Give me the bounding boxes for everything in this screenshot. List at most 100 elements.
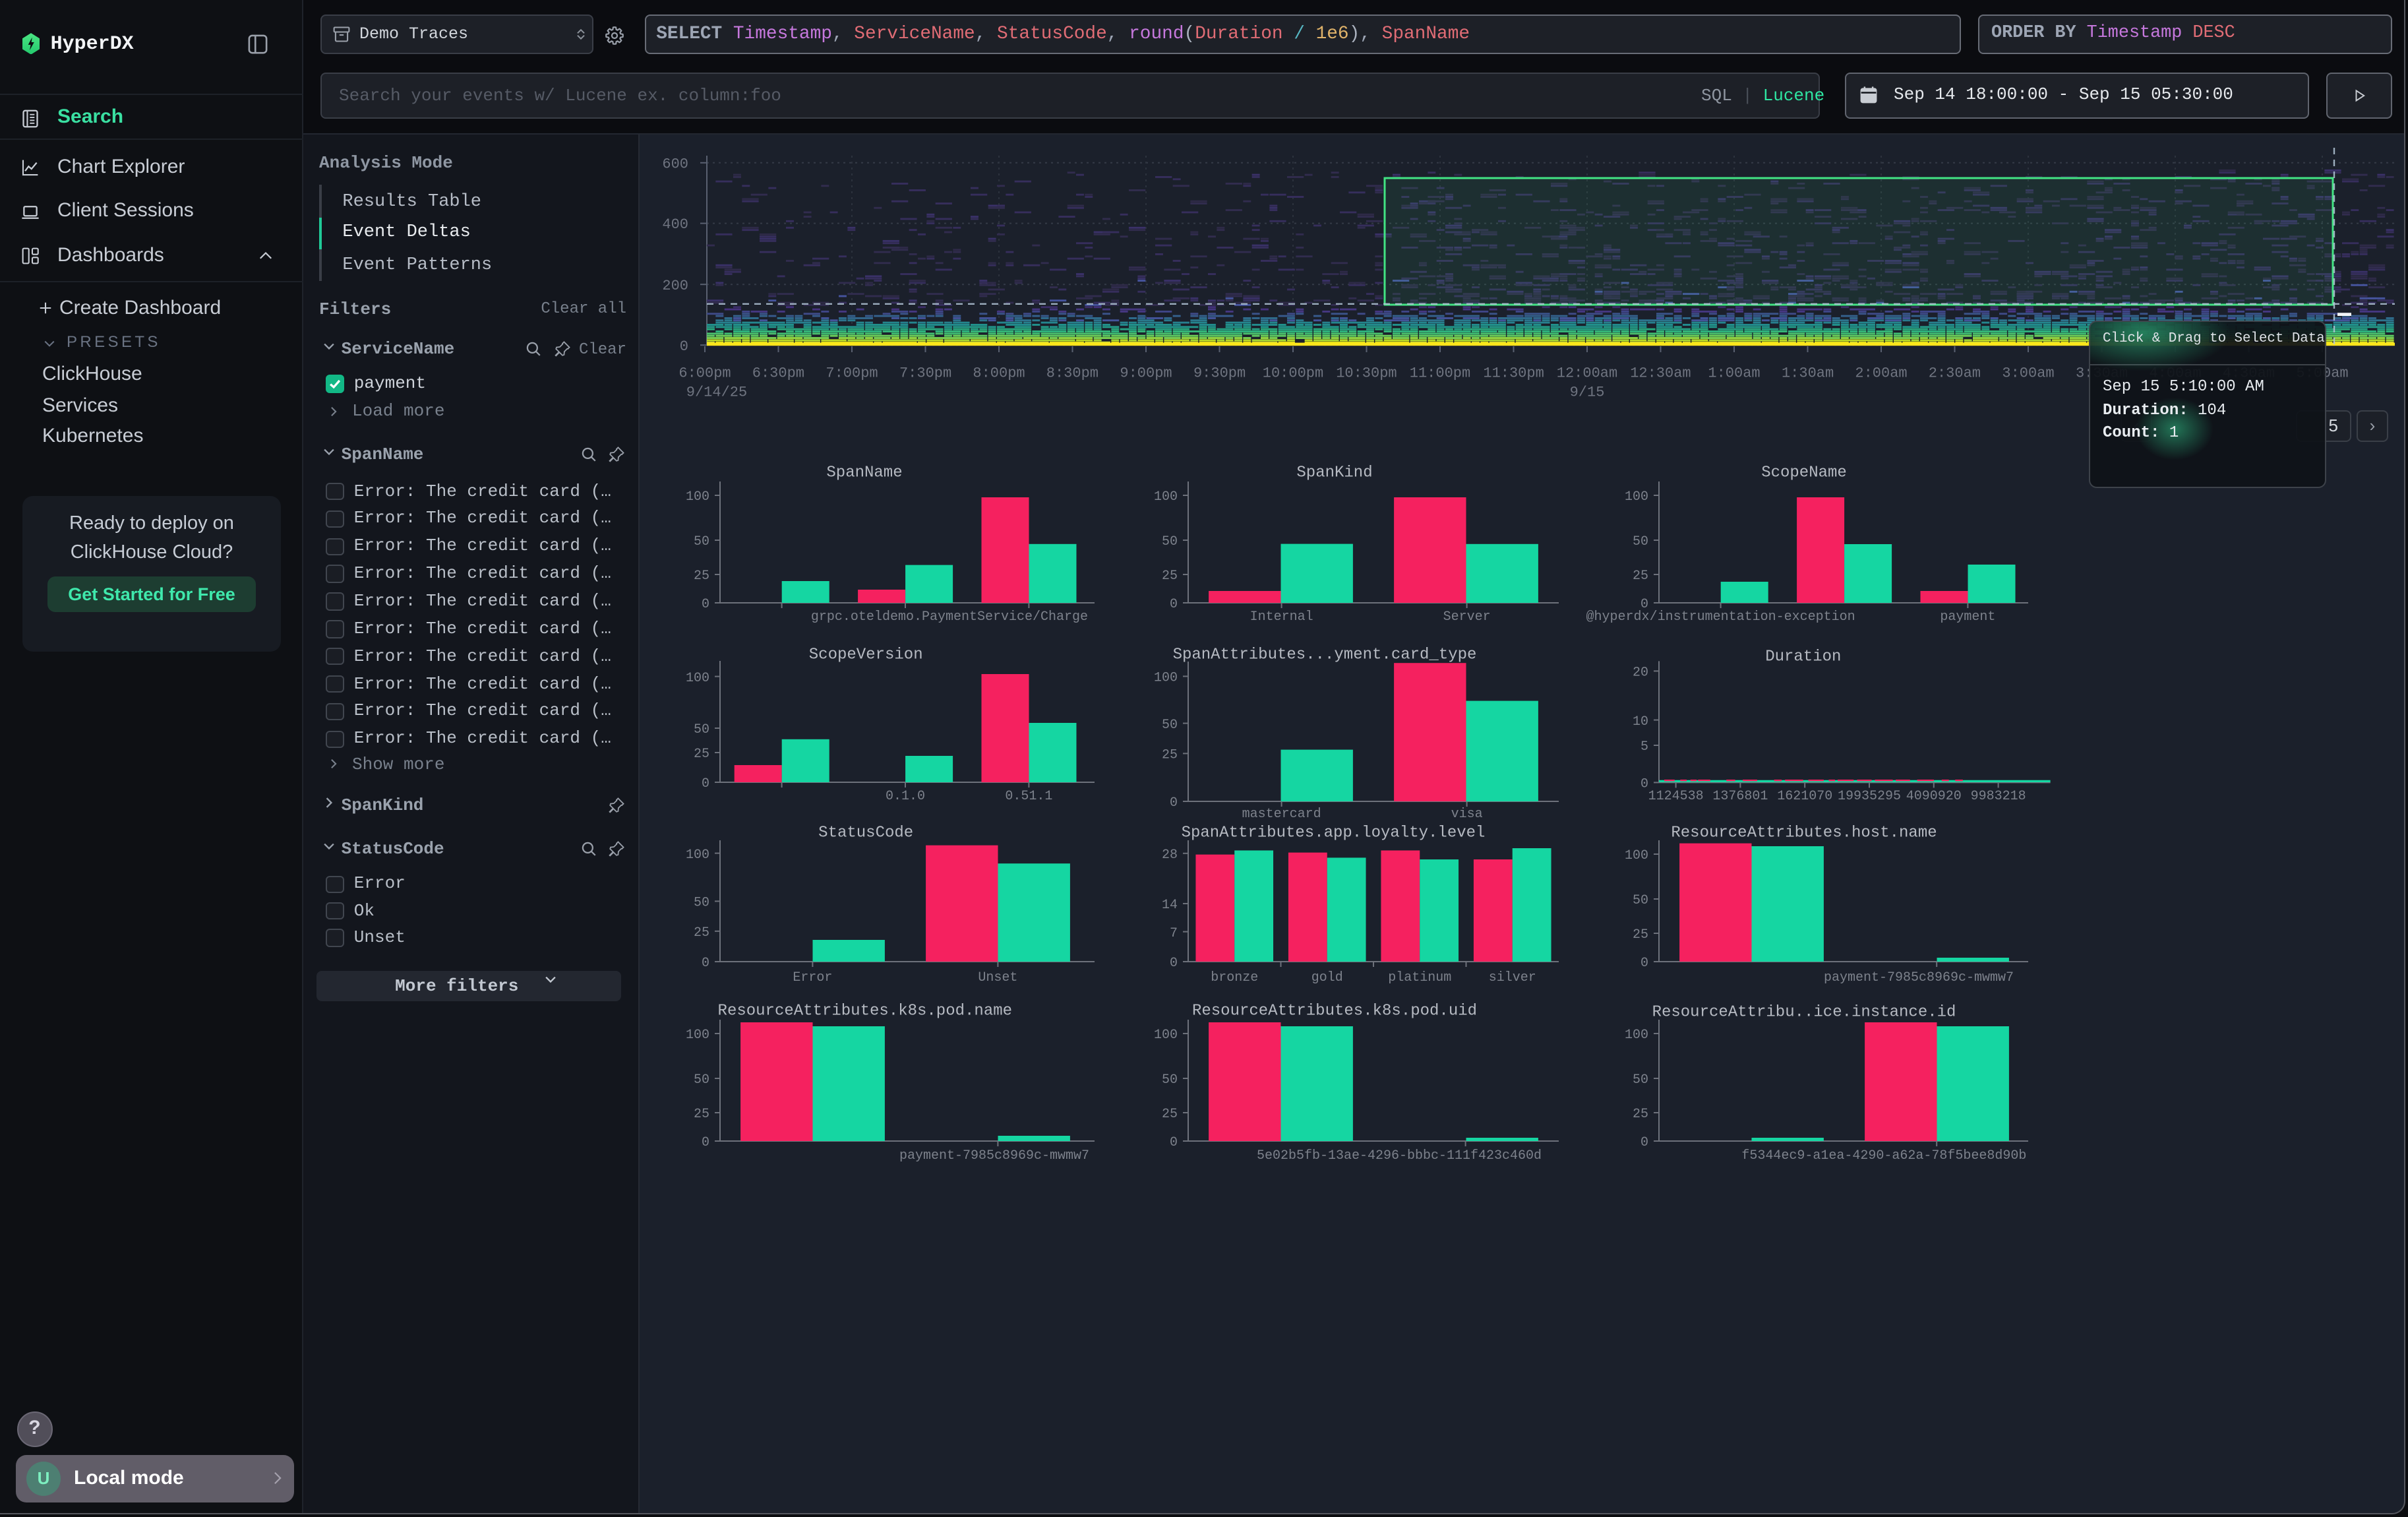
svg-text:0: 0: [680, 338, 688, 355]
svg-text:Error: Error: [793, 970, 832, 985]
svg-text:50: 50: [1162, 1072, 1178, 1088]
svg-text:400: 400: [662, 216, 688, 233]
svg-text:0: 0: [1170, 956, 1178, 971]
svg-text:ResourceAttributes.k8s.pod.uid: ResourceAttributes.k8s.pod.uid: [1192, 1002, 1477, 1020]
svg-text:SpanName: SpanName: [826, 464, 902, 481]
svg-text:25: 25: [1162, 748, 1178, 763]
svg-text:ScopeVersion: ScopeVersion: [809, 646, 923, 664]
svg-text:50: 50: [1633, 893, 1648, 908]
svg-text:50: 50: [1162, 718, 1178, 733]
svg-text:visa: visa: [1451, 807, 1483, 822]
svg-text:2:00am: 2:00am: [1855, 365, 1907, 382]
svg-text:9983218: 9983218: [1971, 789, 2026, 804]
svg-text:50: 50: [694, 896, 709, 911]
svg-text:25: 25: [694, 1107, 709, 1122]
svg-text:7: 7: [1170, 926, 1178, 941]
svg-text:silver: silver: [1489, 970, 1536, 985]
svg-text:SpanAttributes.app.loyalty.lev: SpanAttributes.app.loyalty.level: [1182, 824, 1486, 842]
svg-text:25: 25: [1633, 927, 1648, 943]
svg-text:platinum: platinum: [1388, 970, 1451, 985]
svg-text:9:00pm: 9:00pm: [1120, 365, 1172, 382]
svg-text:4090920: 4090920: [1906, 789, 1962, 804]
svg-text:5: 5: [1640, 739, 1648, 755]
svg-text:6:00pm: 6:00pm: [678, 365, 731, 382]
svg-text:9/15: 9/15: [1570, 385, 1605, 401]
svg-text:Internal: Internal: [1250, 609, 1313, 625]
svg-text:28: 28: [1162, 848, 1178, 863]
svg-text:@hyperdx/instrumentation-excep: @hyperdx/instrumentation-exception: [1586, 609, 1855, 625]
svg-text:7:00pm: 7:00pm: [826, 365, 878, 382]
svg-text:0: 0: [702, 1135, 709, 1150]
svg-text:11:30pm: 11:30pm: [1483, 365, 1544, 382]
svg-text:19935295: 19935295: [1838, 789, 1901, 804]
svg-text:0: 0: [702, 597, 709, 612]
svg-text:50: 50: [694, 722, 709, 737]
svg-text:25: 25: [1633, 569, 1648, 584]
svg-text:Server: Server: [1443, 609, 1491, 625]
svg-text:ResourceAttributes.k8s.pod.nam: ResourceAttributes.k8s.pod.name: [718, 1002, 1012, 1020]
svg-text:50: 50: [694, 1072, 709, 1088]
svg-text:Unset: Unset: [978, 970, 1017, 985]
svg-text:0: 0: [1640, 956, 1648, 971]
svg-text:100: 100: [686, 1028, 709, 1043]
svg-text:3:00am: 3:00am: [2002, 365, 2054, 382]
svg-text:1376801: 1376801: [1712, 789, 1768, 804]
svg-text:25: 25: [694, 925, 709, 941]
svg-text:ResourceAttribu..ice.instance.: ResourceAttribu..ice.instance.id: [1652, 1003, 1956, 1021]
svg-text:SpanAttributes...yment.card_ty: SpanAttributes...yment.card_type: [1173, 646, 1477, 664]
svg-text:100: 100: [1154, 489, 1178, 505]
svg-text:2:30am: 2:30am: [1929, 365, 1981, 382]
svg-text:gold: gold: [1311, 970, 1343, 985]
svg-text:25: 25: [1633, 1107, 1648, 1122]
svg-text:ScopeName: ScopeName: [1761, 464, 1847, 481]
svg-text:100: 100: [1625, 1028, 1648, 1043]
svg-text:50: 50: [1162, 534, 1178, 549]
svg-text:100: 100: [1625, 489, 1648, 505]
svg-text:14: 14: [1162, 898, 1178, 913]
svg-text:11:00pm: 11:00pm: [1410, 365, 1470, 382]
svg-text:0.51.1: 0.51.1: [1005, 789, 1052, 804]
svg-text:payment: payment: [1940, 609, 1995, 625]
svg-text:0: 0: [1640, 1135, 1648, 1150]
svg-text:100: 100: [686, 848, 709, 863]
svg-text:bronze: bronze: [1211, 970, 1258, 985]
svg-text:1:00am: 1:00am: [1708, 365, 1760, 382]
svg-text:25: 25: [694, 569, 709, 584]
svg-text:9/14/25: 9/14/25: [686, 385, 747, 401]
svg-text:200: 200: [662, 278, 688, 294]
svg-text:7:30pm: 7:30pm: [899, 365, 951, 382]
svg-text:8:30pm: 8:30pm: [1046, 365, 1099, 382]
svg-text:0: 0: [702, 776, 709, 791]
svg-text:25: 25: [1162, 569, 1178, 584]
svg-text:grpc.oteldemo.PaymentService/C: grpc.oteldemo.PaymentService/Charge: [811, 609, 1088, 625]
svg-text:payment-7985c8969c-mwmw7: payment-7985c8969c-mwmw7: [899, 1148, 1089, 1163]
svg-text:0: 0: [702, 956, 709, 971]
svg-text:1124538: 1124538: [1648, 789, 1704, 804]
svg-text:100: 100: [686, 671, 709, 686]
svg-text:12:00am: 12:00am: [1557, 365, 1617, 382]
svg-text:6:30pm: 6:30pm: [752, 365, 804, 382]
svg-text:0.1.0: 0.1.0: [886, 789, 925, 804]
svg-text:25: 25: [694, 747, 709, 762]
svg-text:50: 50: [1633, 1072, 1648, 1088]
svg-text:100: 100: [1154, 671, 1178, 686]
svg-text:mastercard: mastercard: [1242, 807, 1321, 822]
svg-text:100: 100: [686, 489, 709, 505]
svg-text:100: 100: [1625, 848, 1648, 863]
svg-text:SpanKind: SpanKind: [1296, 464, 1372, 481]
svg-text:0: 0: [1640, 777, 1648, 792]
svg-text:0: 0: [1170, 1135, 1178, 1150]
svg-text:Duration: Duration: [1765, 648, 1841, 666]
svg-text:20: 20: [1633, 666, 1648, 681]
svg-text:50: 50: [1633, 534, 1648, 549]
svg-text:StatusCode: StatusCode: [818, 824, 913, 842]
svg-text:9:30pm: 9:30pm: [1193, 365, 1246, 382]
svg-text:600: 600: [662, 156, 688, 172]
svg-text:10:00pm: 10:00pm: [1263, 365, 1323, 382]
svg-text:f5344ec9-a1ea-4290-a62a-78f5be: f5344ec9-a1ea-4290-a62a-78f5bee8d90b: [1741, 1148, 2026, 1163]
svg-text:ResourceAttributes.host.name: ResourceAttributes.host.name: [1671, 824, 1937, 842]
svg-text:8:00pm: 8:00pm: [973, 365, 1025, 382]
svg-text:100: 100: [1154, 1028, 1178, 1043]
svg-text:1621070: 1621070: [1777, 789, 1832, 804]
svg-text:payment-7985c8969c-mwmw7: payment-7985c8969c-mwmw7: [1824, 970, 2014, 985]
